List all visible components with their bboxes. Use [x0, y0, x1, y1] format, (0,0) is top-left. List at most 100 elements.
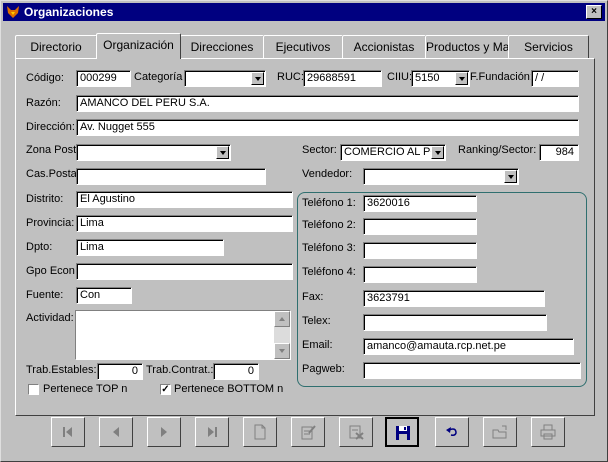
ciiu-label: CIIU:: [387, 71, 413, 83]
fax-field[interactable]: 3623791: [363, 290, 545, 307]
pagweb-label: Pagweb:: [302, 363, 345, 375]
close-button[interactable]: ×: [586, 5, 602, 19]
fundacion-label: F.Fundación:: [470, 71, 533, 83]
telefono3-label: Teléfono 3:: [302, 242, 356, 254]
telefono3-field[interactable]: [363, 242, 477, 259]
telefono2-label: Teléfono 2:: [302, 219, 356, 231]
tab-ejecutivos[interactable]: Ejecutivos: [263, 35, 343, 58]
ciiu-select[interactable]: 5150: [411, 70, 470, 87]
vendedor-select[interactable]: [363, 168, 519, 185]
ranking-sector-field[interactable]: 984: [539, 144, 579, 161]
fox-app-icon: [7, 6, 19, 18]
print-icon: [540, 424, 556, 440]
categoria-label: Categoría: [134, 71, 183, 83]
tab-accionistas[interactable]: Accionistas: [342, 35, 426, 58]
zona-postal-label: Zona Post: [26, 144, 77, 156]
fuente-label: Fuente:: [26, 289, 64, 301]
chevron-down-icon[interactable]: [216, 146, 229, 159]
ruc-field[interactable]: 29688591: [303, 70, 382, 87]
provincia-field[interactable]: Lima: [76, 215, 293, 232]
ruc-label: RUC:: [277, 71, 304, 83]
scroll-up-icon[interactable]: [274, 311, 290, 327]
edit-record-button[interactable]: [291, 417, 325, 447]
fundacion-field[interactable]: / /: [531, 70, 579, 87]
categoria-select[interactable]: [184, 70, 266, 87]
top-checkbox[interactable]: [28, 384, 39, 395]
new-record-button[interactable]: [243, 417, 277, 447]
trab-contrat-field[interactable]: 0: [213, 363, 259, 380]
undo-button[interactable]: [435, 417, 469, 447]
telefono4-field[interactable]: [363, 266, 477, 283]
tab-directorio[interactable]: Directorio: [15, 35, 97, 58]
next-record-button[interactable]: [147, 417, 181, 447]
first-record-button[interactable]: [51, 417, 85, 447]
actividad-label: Actividad:: [26, 312, 74, 324]
open-folder-button[interactable]: [483, 417, 517, 447]
close-icon: ×: [591, 6, 597, 17]
gpo-econ-field[interactable]: [76, 263, 293, 280]
prev-record-button[interactable]: [99, 417, 133, 447]
first-record-icon: [63, 427, 72, 437]
bottom-checkbox-label: Pertenece BOTTOM n: [174, 383, 284, 395]
email-label: Email:: [302, 339, 333, 351]
telefono1-label: Teléfono 1:: [302, 197, 356, 209]
delete-record-icon: [349, 425, 364, 440]
undo-icon: [446, 427, 457, 436]
vendedor-label: Vendedor:: [302, 168, 353, 180]
actividad-scrollbar[interactable]: [274, 311, 290, 359]
telex-label: Telex:: [302, 315, 331, 327]
check-icon: ✓: [161, 384, 170, 395]
telefono2-field[interactable]: [363, 218, 477, 235]
telefono4-label: Teléfono 4:: [302, 266, 356, 278]
actividad-textarea[interactable]: [75, 310, 291, 360]
open-folder-icon: [492, 425, 507, 439]
ranking-sector-label: Ranking/Sector:: [458, 144, 537, 156]
scroll-down-icon[interactable]: [274, 343, 290, 359]
last-record-button[interactable]: [195, 417, 229, 447]
trab-estables-label: Trab.Estables:: [26, 364, 97, 376]
razon-field[interactable]: AMANCO DEL PERU S.A.: [76, 95, 579, 112]
distrito-field[interactable]: El Agustino: [76, 191, 293, 208]
sector-label: Sector:: [302, 144, 337, 156]
next-record-icon: [161, 427, 167, 437]
top-checkbox-label: Pertenece TOP n: [43, 383, 128, 395]
codigo-field[interactable]: 000299: [76, 70, 131, 87]
title-bar[interactable]: Organizaciones ×: [3, 3, 605, 21]
distrito-label: Distrito:: [26, 193, 64, 205]
last-record-icon: [208, 427, 217, 437]
prev-record-icon: [113, 427, 119, 437]
bottom-checkbox[interactable]: ✓: [160, 384, 171, 395]
fuente-field[interactable]: Con: [76, 287, 132, 304]
dpto-label: Dpto:: [26, 241, 53, 253]
save-button[interactable]: [385, 417, 419, 447]
chevron-down-icon[interactable]: [455, 72, 468, 85]
razon-label: Razón:: [26, 97, 61, 109]
zona-postal-select[interactable]: [76, 144, 231, 161]
chevron-down-icon[interactable]: [504, 170, 517, 183]
provincia-label: Provincia:: [26, 217, 75, 229]
telefono1-field[interactable]: 3620016: [363, 195, 477, 212]
codigo-label: Código:: [26, 72, 64, 84]
organizaciones-window: Organizaciones × Directorio Organización…: [0, 0, 608, 462]
chevron-down-icon[interactable]: [251, 72, 264, 85]
chevron-down-icon[interactable]: [431, 146, 444, 159]
direccion-label: Dirección:: [26, 121, 75, 133]
pagweb-field[interactable]: [363, 362, 581, 379]
tab-organizacion[interactable]: Organización: [96, 33, 181, 59]
print-button[interactable]: [531, 417, 565, 447]
direccion-field[interactable]: Av. Nugget 555: [76, 119, 579, 136]
dpto-field[interactable]: Lima: [76, 239, 224, 256]
email-field[interactable]: amanco@amauta.rcp.net.pe: [363, 338, 574, 355]
tab-productos-y-marcas[interactable]: Productos y Mar: [425, 35, 509, 58]
window-title: Organizaciones: [24, 5, 114, 19]
gpo-econ-label: Gpo Econ: [26, 265, 75, 277]
edit-record-icon: [301, 425, 316, 440]
sector-select[interactable]: COMERCIO AL POI: [340, 144, 446, 161]
delete-record-button[interactable]: [339, 417, 373, 447]
cas-postal-field[interactable]: [76, 168, 266, 185]
telex-field[interactable]: [363, 314, 547, 331]
trab-estables-field[interactable]: 0: [97, 363, 143, 380]
tab-direcciones[interactable]: Direcciones: [180, 35, 264, 58]
cas-postal-label: Cas.Posta: [26, 168, 77, 180]
tab-servicios[interactable]: Servicios: [508, 35, 589, 58]
